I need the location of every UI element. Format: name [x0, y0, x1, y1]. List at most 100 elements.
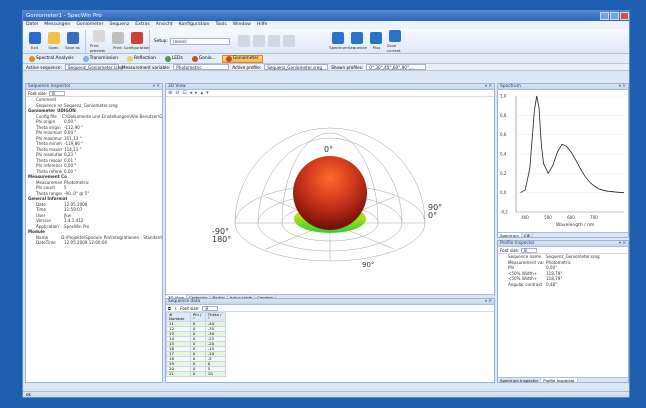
rotate-left-icon[interactable]: ◂ [190, 90, 193, 96]
x-tick-label: 500 [544, 215, 552, 220]
sequence-inspector-title: Sequence Inspector [28, 84, 71, 89]
printer-icon [111, 32, 124, 44]
copy-icon[interactable]: ⧉ [168, 306, 171, 311]
y-tick-label: -0,2 [500, 210, 508, 215]
property-key: DateTime [36, 240, 56, 245]
gonio-icon [191, 55, 198, 62]
pin-icon[interactable]: ▾ ✕ [153, 84, 162, 89]
profile-row[interactable]: Angular contrast 0,48° [498, 282, 628, 288]
export-icon[interactable]: ⇩ [174, 306, 177, 311]
3d-plot-canvas[interactable]: 0° -90° 180° 90° 0° 90° [166, 97, 494, 290]
rotate-down-icon[interactable]: ▾ [206, 90, 209, 96]
zoom-out-icon[interactable]: ⊖ [175, 90, 179, 96]
exit-button[interactable]: Exit [26, 32, 43, 50]
save-as-button[interactable]: Save as [64, 32, 81, 50]
profile-grid: Sequence name Sequenz_Goniometer.sreg Meas… [498, 254, 628, 287]
spectrum-chart[interactable]: 1,0 0,8 0,6 0,4 0,2 0,0 -0,2 400 500 600 700 Wavel… [498, 90, 628, 230]
y-tick-label: 0,6 [500, 132, 507, 137]
spectral-icon [29, 55, 35, 62]
zoom-in-icon[interactable]: ⊕ [168, 90, 172, 96]
menu-hilfe[interactable]: Hilfe [257, 21, 267, 29]
folder-icon [47, 32, 60, 44]
x-tick-label: 400 [521, 215, 529, 220]
menu-bar: Datei Messungen Goniometer Sequenz Extra… [23, 21, 629, 29]
setup-label: Setup: [154, 38, 168, 44]
menu-tools[interactable]: Tools [215, 21, 226, 29]
label-bottom: 90° [362, 261, 374, 269]
data-font-size-combo[interactable]: 8 [202, 305, 219, 311]
pin-icon[interactable]: ▾ ✕ [485, 299, 494, 304]
menu-extras[interactable]: Extras [135, 21, 150, 29]
rotate-up-icon[interactable]: ▴ [201, 90, 204, 96]
y-tick-label: 0,2 [500, 171, 507, 176]
pin-icon[interactable]: ▾ ✕ [485, 84, 494, 89]
reflection-icon [127, 55, 133, 62]
property-value: SpecWin Pro [64, 223, 90, 229]
minimize-button[interactable] [600, 12, 609, 20]
status-bar: ok [23, 391, 629, 397]
plus-icon [370, 32, 383, 44]
spectrum-panel: Spectrum ▾ ✕ 1,0 0,8 0,6 0,4 0,2 0,0 -0,2 400 500… [497, 83, 629, 238]
fit-icon[interactable]: ⊡ [182, 90, 186, 96]
pin-icon[interactable]: ▾ ✕ [619, 241, 628, 246]
font-size-combo[interactable]: 8 [49, 90, 66, 96]
print-preview-icon [92, 29, 105, 42]
print-preview-button[interactable]: Print preview [90, 29, 107, 53]
menu-datei[interactable]: Datei [26, 21, 38, 29]
profile-value: 0,48° [546, 281, 558, 287]
pin-icon[interactable]: ▾ ✕ [619, 84, 628, 89]
y-tick-label: 0,8 [500, 113, 507, 118]
mode-reflection[interactable]: Reflection [124, 55, 159, 63]
shown-profiles-combo[interactable]: 0°,30°,45°,60°,90°,... [366, 64, 427, 70]
sequence-button[interactable]: Sequence [348, 32, 367, 50]
maximize-button[interactable] [610, 12, 619, 20]
profile-inspector-panel: Profile Inspector ▾ ✕ Font size: 8 Sequen… [497, 240, 629, 383]
rotate-right-icon[interactable]: ▸ [195, 90, 198, 96]
measurement-variable-combo[interactable]: Photometric [173, 64, 230, 70]
active-profile-combo[interactable]: Sequenz_Goniometer.sreg [264, 64, 329, 70]
config-icon [130, 32, 143, 44]
configuration-button[interactable]: Configuration [124, 32, 149, 50]
sequence-data-table: # Number Phi / ° Theta / ° 11 0 -40 12 0 -35 1… [166, 312, 226, 377]
tab-profile-inspector[interactable]: Profile Inspector [541, 378, 578, 383]
menu-sequenz[interactable]: Sequenz [110, 21, 130, 29]
window-title: Goniometer1 - SpecWin Pro [26, 13, 102, 19]
menu-messungen[interactable]: Messungen [44, 21, 70, 29]
luminous-sphere [293, 156, 367, 230]
open-button[interactable]: Open [45, 32, 62, 50]
mode-spectral-analysis[interactable]: Spectral Analysis [26, 55, 77, 63]
table-cell: 21 [166, 371, 191, 377]
mode-gonio[interactable]: Gonio... [189, 55, 219, 63]
y-tick-label: 0,4 [500, 152, 507, 157]
save-current-button[interactable]: Save current [387, 29, 404, 53]
mode-toolbar: Spectral Analysis Transmission Reflectio… [23, 54, 629, 64]
spectrum-title: Spectrum [500, 84, 521, 89]
y-tick-label: 1,0 [500, 94, 507, 99]
tab-spectrum-inspector[interactable]: Spectrum Inspector [498, 378, 542, 383]
mode-transmission[interactable]: Transmission [80, 55, 121, 63]
plus-button[interactable]: Plus [368, 32, 385, 50]
profile-font-size-combo[interactable]: 8 [521, 247, 538, 253]
spectrum-icon [332, 32, 345, 44]
mode-leds[interactable]: LEDs [162, 55, 186, 63]
property-row[interactable]: DateTime 12.05.2009 12:00:00 [26, 240, 162, 246]
menu-goniometer[interactable]: Goniometer [76, 21, 103, 29]
sequence-data-panel: Sequence data ▾ ✕ ⧉ ⇩ Font size: 8 # Numbe… [165, 298, 495, 383]
tab-cie[interactable]: CIE [522, 233, 534, 238]
3d-view-title: 3D View [168, 84, 186, 89]
close-button[interactable] [620, 12, 629, 20]
sequence-data-title: Sequence data [168, 299, 201, 304]
menu-ansicht[interactable]: Ansicht [156, 21, 173, 29]
status-text: ok [26, 392, 31, 397]
spectrum-button[interactable]: Spectrum [329, 32, 348, 50]
window-controls [599, 11, 629, 21]
active-sequence-combo[interactable]: Sequenz_Goniometer.sreg [64, 64, 123, 70]
setup-combo[interactable]: (none) [169, 37, 230, 45]
save-icon [66, 32, 79, 44]
app-window: Goniometer1 - SpecWin Pro Datei Messunge… [22, 10, 630, 398]
tab-spectrum[interactable]: Spectrum [498, 233, 522, 238]
menu-konfiguration[interactable]: Konfiguration [179, 21, 210, 29]
menu-window[interactable]: Window [233, 21, 251, 29]
table-row[interactable]: 21 0 10 [166, 371, 226, 377]
mode-goniometer-active[interactable]: Goniometer [221, 54, 263, 63]
